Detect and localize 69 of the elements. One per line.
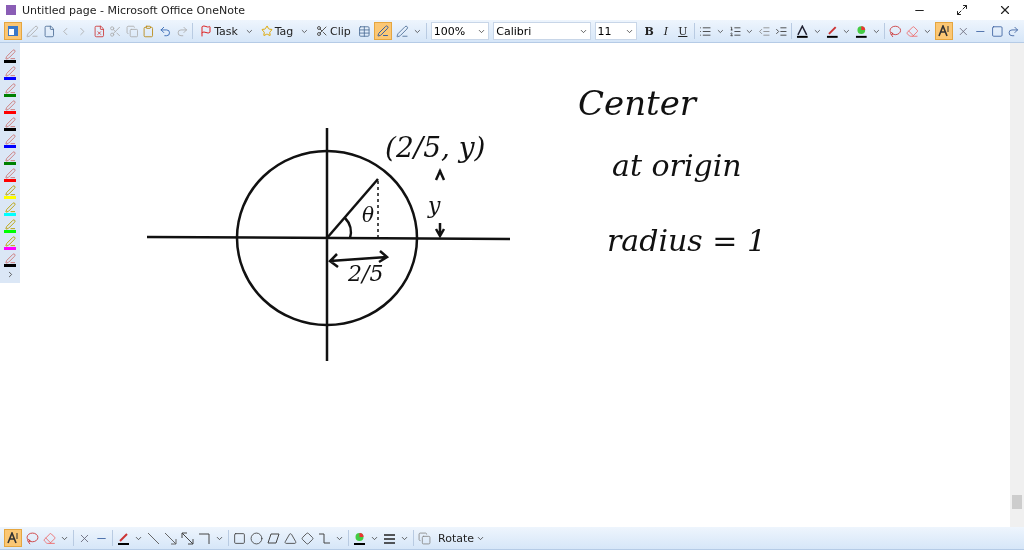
lasso-icon[interactable] <box>26 531 39 545</box>
handwritten-note: at origin <box>612 148 742 183</box>
scrollbar-thumb[interactable] <box>1012 495 1022 509</box>
type-mode-button[interactable] <box>4 529 22 547</box>
zoom-field[interactable]: 100% <box>430 22 490 40</box>
tag-button[interactable]: Tag <box>257 22 297 40</box>
text-cursor-icon <box>938 25 951 37</box>
highlighter-icon[interactable] <box>825 24 839 38</box>
numbered-list-icon[interactable] <box>728 24 742 38</box>
pen-button[interactable] <box>3 49 17 65</box>
color-wheel-icon[interactable] <box>353 531 366 545</box>
italic-button[interactable]: I <box>660 22 672 40</box>
page-view-button[interactable] <box>4 22 22 40</box>
handwritten-note: y <box>428 193 441 218</box>
app-icon <box>5 4 17 16</box>
eraser-icon[interactable] <box>43 531 56 545</box>
diamond-icon[interactable] <box>301 531 314 545</box>
line-weight-icon[interactable] <box>383 531 396 545</box>
rotate-icon[interactable] <box>1007 24 1020 38</box>
connector-icon[interactable] <box>318 531 331 545</box>
pen-button[interactable] <box>3 134 17 150</box>
clip-button[interactable]: Clip <box>313 22 354 40</box>
pen-mode-button[interactable] <box>374 22 393 40</box>
ellipse-icon[interactable] <box>250 531 263 545</box>
window-icon <box>7 25 19 37</box>
task-button[interactable]: Task <box>197 22 241 40</box>
type-mode-button[interactable] <box>935 22 954 40</box>
font-color-icon[interactable] <box>796 24 809 38</box>
pen-icon[interactable] <box>396 24 410 38</box>
restore-icon[interactable] <box>956 4 968 16</box>
rectangle-icon[interactable] <box>233 531 246 545</box>
window-title: Untitled page - Microsoft Office OneNote <box>22 3 247 17</box>
color-wheel-icon[interactable] <box>855 24 868 38</box>
font-size-field[interactable]: 11 <box>594 22 638 40</box>
handwritten-note: 2/5 <box>348 261 384 286</box>
handwritten-note: radius = 1 <box>607 223 767 258</box>
font-field[interactable]: Calibri <box>493 22 591 40</box>
pen-button[interactable] <box>3 117 17 133</box>
triangle-icon[interactable] <box>284 531 297 545</box>
table-icon[interactable] <box>357 24 371 38</box>
indent-icon[interactable] <box>774 24 788 38</box>
flag-icon <box>200 25 213 37</box>
arrange-icon[interactable] <box>418 531 431 545</box>
pen-button[interactable] <box>3 66 17 82</box>
paste-icon[interactable] <box>142 24 155 38</box>
pen-icon <box>377 25 390 37</box>
pen-button[interactable] <box>3 253 17 269</box>
undo-icon[interactable] <box>159 24 172 38</box>
border-icon[interactable] <box>990 24 1004 38</box>
parallelogram-icon[interactable] <box>267 531 280 545</box>
text-cursor-icon <box>7 532 19 544</box>
delete-page-icon[interactable] <box>92 24 106 38</box>
arrow-line-icon[interactable] <box>164 531 177 545</box>
handwritten-note: θ <box>362 203 375 227</box>
line-icon[interactable] <box>147 531 160 545</box>
pen-color-icon[interactable] <box>117 531 130 545</box>
close-icon[interactable] <box>998 3 1012 17</box>
bullet-list-icon[interactable] <box>699 24 712 38</box>
double-arrow-icon[interactable] <box>181 531 194 545</box>
star-icon <box>260 25 273 37</box>
eraser-icon[interactable] <box>906 24 919 38</box>
page-icon[interactable] <box>42 24 56 38</box>
clip-icon <box>316 25 329 37</box>
lasso-icon[interactable] <box>889 24 902 38</box>
underline-button[interactable]: U <box>675 22 691 40</box>
handwritten-note: Center <box>578 83 697 123</box>
handwritten-note: (2/5, y) <box>385 131 486 164</box>
rotate-button[interactable]: Rotate <box>435 529 488 547</box>
bold-button[interactable]: B <box>641 22 657 40</box>
